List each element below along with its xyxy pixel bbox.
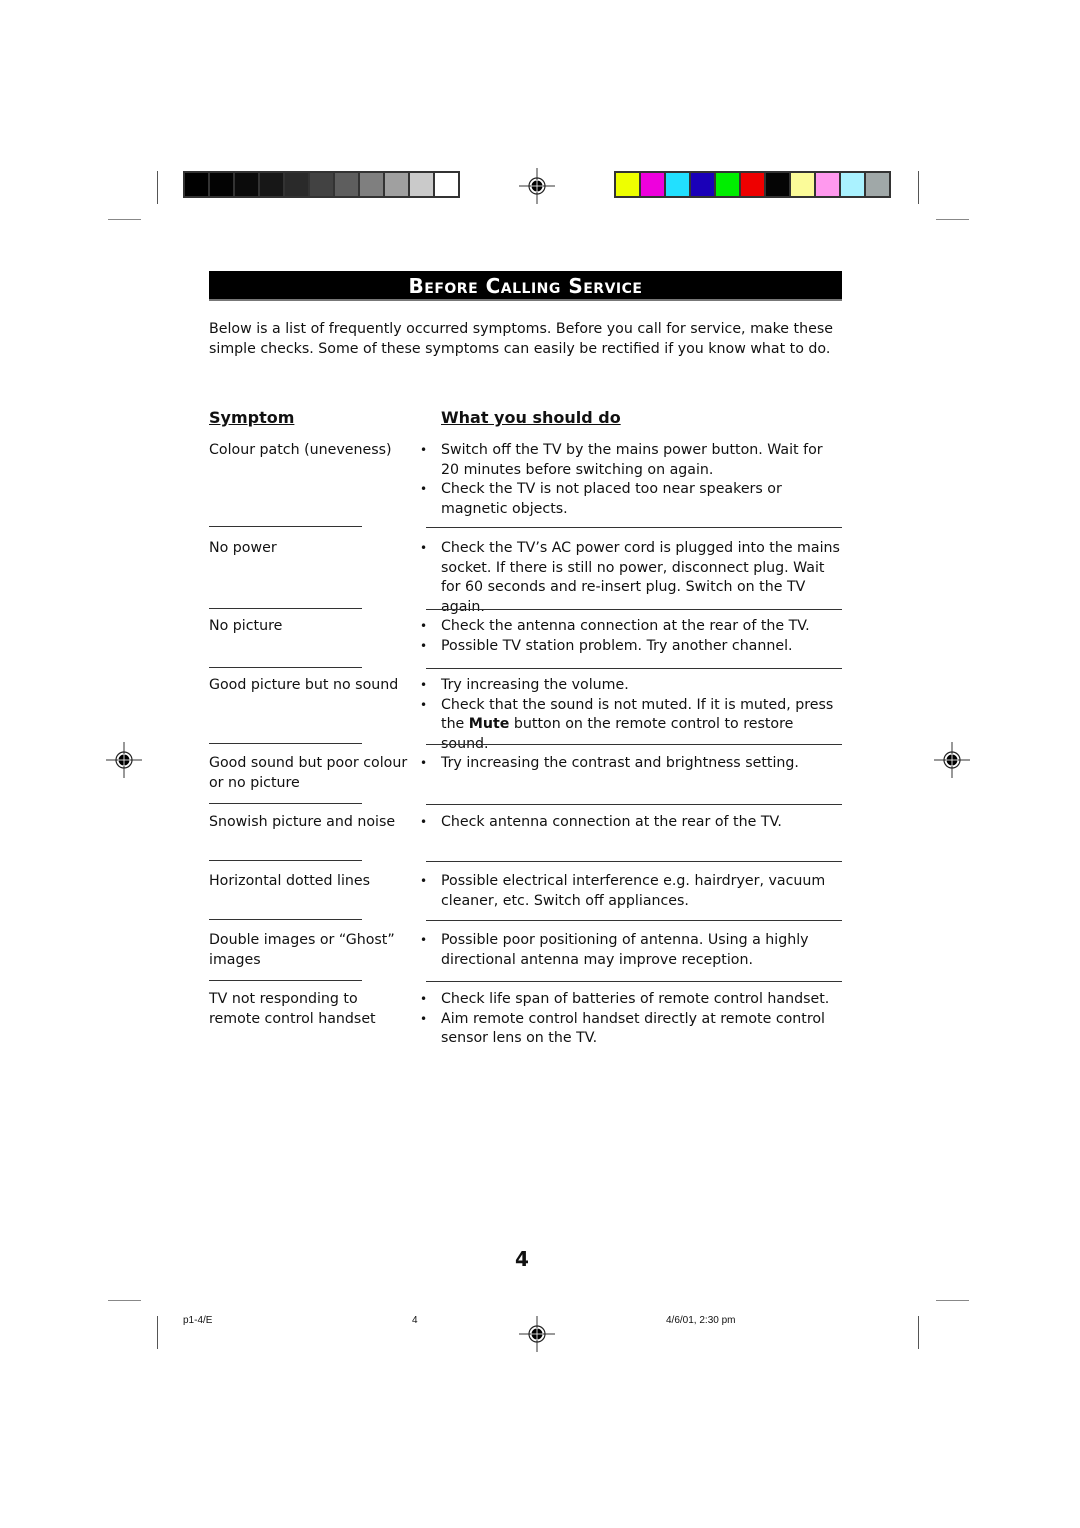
crop-mark xyxy=(918,1316,919,1349)
calibration-swatch xyxy=(360,173,383,196)
action-item: Check antenna connection at the rear of … xyxy=(420,813,842,833)
registration-mark-icon xyxy=(106,742,142,778)
calibration-swatch xyxy=(335,173,358,196)
calibration-swatch xyxy=(641,173,664,196)
action-list: Try increasing the volume.Check that the… xyxy=(420,676,842,755)
separator-line xyxy=(209,743,362,744)
action-list: Check the TV’s AC power cord is plugged … xyxy=(420,539,842,617)
crop-mark xyxy=(918,171,919,204)
calibration-swatch xyxy=(185,173,208,196)
separator-line xyxy=(209,803,362,804)
crop-mark xyxy=(108,1300,141,1301)
calibration-swatch xyxy=(385,173,408,196)
symptom-text: No picture xyxy=(209,618,283,634)
separator-line xyxy=(209,667,362,668)
symptom-column-header: Symptom xyxy=(209,408,295,427)
action-list: Check antenna connection at the rear of … xyxy=(420,813,842,833)
action-item: Try increasing the volume. xyxy=(420,676,842,696)
action-item: Possible poor positioning of antenna. Us… xyxy=(420,931,842,970)
grayscale-calibration-strip xyxy=(183,171,460,198)
separator-line xyxy=(426,920,842,921)
separator-line xyxy=(426,527,842,528)
symptom-text: Good sound but poor colour or no picture xyxy=(209,755,408,791)
symptom-text: Horizontal dotted lines xyxy=(209,873,371,889)
calibration-swatch xyxy=(410,173,433,196)
separator-line xyxy=(209,608,362,609)
crop-mark xyxy=(936,1300,969,1301)
calibration-swatch xyxy=(716,173,739,196)
separator-line xyxy=(209,526,362,527)
registration-mark-icon xyxy=(934,742,970,778)
symptom-text: Colour patch (uneveness) xyxy=(209,442,392,458)
action-item: Check life span of batteries of remote c… xyxy=(420,990,842,1010)
symptom-text: Good picture but no sound xyxy=(209,677,399,693)
action-list: Check the antenna connection at the rear… xyxy=(420,617,842,657)
action-item: Check the antenna connection at the rear… xyxy=(420,617,842,637)
action-item: Possible TV station problem. Try another… xyxy=(420,637,842,657)
separator-line xyxy=(209,919,362,920)
separator-line xyxy=(426,861,842,862)
action-item: Check that the sound is not muted. If it… xyxy=(420,696,842,755)
calibration-swatch xyxy=(741,173,764,196)
registration-mark-icon xyxy=(519,1316,555,1352)
action-item: Possible electrical interference e.g. ha… xyxy=(420,872,842,911)
action-list: Possible poor positioning of antenna. Us… xyxy=(420,931,842,970)
registration-mark-icon xyxy=(519,168,555,204)
calibration-swatch xyxy=(816,173,839,196)
separator-line xyxy=(426,804,842,805)
calibration-swatch xyxy=(210,173,233,196)
crop-mark xyxy=(157,1316,158,1349)
action-list: Switch off the TV by the mains power but… xyxy=(420,441,842,519)
color-calibration-strip xyxy=(614,171,891,198)
action-item: Aim remote control handset directly at r… xyxy=(420,1010,842,1049)
symptom-text: Snowish picture and noise xyxy=(209,814,396,830)
calibration-swatch xyxy=(616,173,639,196)
calibration-swatch xyxy=(310,173,333,196)
separator-line xyxy=(426,668,842,669)
crop-mark xyxy=(936,219,969,220)
action-item: Check the TV is not placed too near spea… xyxy=(420,480,842,519)
symptom-text: Double images or “Ghost” images xyxy=(209,932,395,968)
crop-mark xyxy=(108,219,141,220)
crop-mark xyxy=(157,171,158,204)
intro-paragraph: Below is a list of frequently occurred s… xyxy=(209,321,833,357)
separator-line xyxy=(426,744,842,745)
footer-file: p1-4/E xyxy=(183,1315,213,1326)
calibration-swatch xyxy=(841,173,864,196)
footer-timestamp: 4/6/01, 2:30 pm xyxy=(666,1315,736,1326)
calibration-swatch xyxy=(260,173,283,196)
separator-line xyxy=(209,980,362,981)
calibration-swatch xyxy=(435,173,458,196)
action-list: Check life span of batteries of remote c… xyxy=(420,990,842,1049)
action-list: Possible electrical interference e.g. ha… xyxy=(420,872,842,911)
calibration-swatch xyxy=(235,173,258,196)
page-number: 4 xyxy=(515,1247,529,1271)
action-item: Check the TV’s AC power cord is plugged … xyxy=(420,539,842,617)
symptom-text: No power xyxy=(209,540,277,556)
calibration-swatch xyxy=(666,173,689,196)
footer-page: 4 xyxy=(412,1315,418,1326)
calibration-swatch xyxy=(285,173,308,196)
action-item: Switch off the TV by the mains power but… xyxy=(420,441,842,480)
calibration-swatch xyxy=(791,173,814,196)
separator-line xyxy=(426,609,842,610)
symptom-text: TV not responding to remote control hand… xyxy=(209,991,376,1027)
separator-line xyxy=(209,860,362,861)
section-title: Before Calling Service xyxy=(209,271,842,301)
calibration-swatch xyxy=(866,173,889,196)
action-column-header: What you should do xyxy=(441,408,621,427)
calibration-swatch xyxy=(691,173,714,196)
separator-line xyxy=(426,981,842,982)
calibration-swatch xyxy=(766,173,789,196)
action-item: Try increasing the contrast and brightne… xyxy=(420,754,842,774)
action-list: Try increasing the contrast and brightne… xyxy=(420,754,842,774)
